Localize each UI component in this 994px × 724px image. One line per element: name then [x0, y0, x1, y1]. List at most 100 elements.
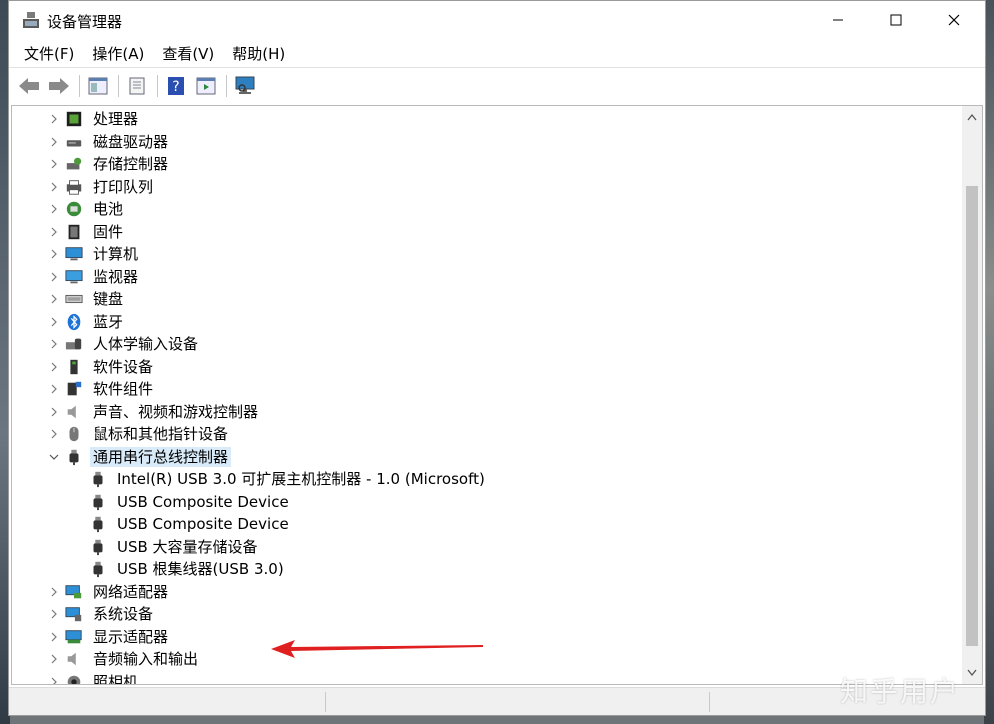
speaker-icon	[64, 402, 84, 422]
tree-category[interactable]: 存储控制器	[51, 153, 171, 176]
menu-view[interactable]: 查看(V)	[153, 41, 223, 67]
show-hide-console-tree-button[interactable]	[84, 72, 112, 100]
audio-io-icon	[64, 649, 84, 669]
tree-category[interactable]: 软件组件	[51, 378, 156, 401]
tree-category[interactable]: 声音、视频和游戏控制器	[51, 401, 261, 424]
chevron-right-icon[interactable]	[48, 428, 60, 440]
maximize-icon	[890, 14, 902, 26]
menu-help[interactable]: 帮助(H)	[223, 41, 294, 67]
menu-file[interactable]: 文件(F)	[15, 41, 83, 67]
tree-category[interactable]: 键盘	[51, 288, 126, 311]
tree-category[interactable]: 人体学输入设备	[51, 333, 201, 356]
device-manager-window: 设备管理器 文件(F) 操作(A) 查看(V) 帮助(H) ? 处理器 磁盘驱动…	[8, 0, 986, 716]
tree-device-label: Intel(R) USB 3.0 可扩展主机控制器 - 1.0 (Microso…	[117, 470, 485, 489]
disk-drive-icon	[64, 132, 84, 152]
tree-category[interactable]: 鼠标和其他指针设备	[51, 423, 231, 446]
chevron-right-icon[interactable]	[48, 383, 60, 395]
tree-device-item[interactable]: USB 大容量存储设备	[88, 536, 261, 559]
action-pane-icon	[196, 77, 216, 94]
tree-category[interactable]: 照相机	[51, 671, 141, 684]
help-button[interactable]: ?	[162, 72, 190, 100]
chevron-right-icon[interactable]	[48, 293, 60, 305]
tree-device-item[interactable]: Intel(R) USB 3.0 可扩展主机控制器 - 1.0 (Microso…	[88, 468, 488, 491]
chevron-right-icon[interactable]	[48, 113, 60, 125]
vertical-scrollbar[interactable]	[962, 106, 982, 684]
tree-category[interactable]: 打印队列	[51, 176, 156, 199]
tree-device-item[interactable]: USB Composite Device	[88, 491, 292, 514]
title-bar[interactable]: 设备管理器	[9, 1, 985, 39]
menu-bar: 文件(F) 操作(A) 查看(V) 帮助(H)	[9, 41, 985, 67]
keyboard-icon	[64, 289, 84, 309]
software-component-icon	[64, 379, 84, 399]
chevron-right-icon[interactable]	[48, 248, 60, 260]
tree-device-label: USB 根集线器(USB 3.0)	[117, 560, 284, 579]
chevron-right-icon[interactable]	[48, 158, 60, 170]
tree-category[interactable]: 系统设备	[51, 603, 156, 626]
tree-device-item[interactable]: USB 根集线器(USB 3.0)	[88, 558, 287, 581]
firmware-icon	[64, 222, 84, 242]
properties-button[interactable]	[123, 72, 151, 100]
chevron-right-icon[interactable]	[48, 653, 60, 665]
toolbar-separator	[157, 74, 158, 97]
status-divider	[325, 692, 326, 712]
tree-category[interactable]: 显示适配器	[51, 626, 171, 649]
chevron-down-icon[interactable]	[48, 451, 60, 463]
chevron-right-icon[interactable]	[48, 316, 60, 328]
chevron-right-icon[interactable]	[48, 271, 60, 283]
chevron-right-icon[interactable]	[48, 406, 60, 418]
status-divider	[709, 692, 710, 712]
tree-category[interactable]: 蓝牙	[51, 311, 126, 334]
tree-category-label: 通用串行总线控制器	[90, 446, 232, 467]
scroll-down-button[interactable]	[962, 662, 982, 684]
chevron-right-icon[interactable]	[48, 631, 60, 643]
tree-device-label: USB 大容量存储设备	[117, 537, 258, 556]
window-title: 设备管理器	[47, 13, 123, 31]
tree-category[interactable]: 固件	[51, 221, 126, 244]
usb-icon	[64, 447, 84, 467]
chevron-right-icon[interactable]	[48, 586, 60, 598]
tree-device-item[interactable]: USB Composite Device	[88, 513, 292, 536]
usb-device-icon	[88, 492, 108, 512]
forward-button[interactable]	[45, 72, 73, 100]
tree-category-label: 系统设备	[93, 605, 154, 624]
tree-category[interactable]: 计算机	[51, 243, 141, 266]
chevron-right-icon[interactable]	[48, 226, 60, 238]
chevron-down-icon	[967, 669, 977, 677]
chevron-right-icon[interactable]	[48, 181, 60, 193]
tree-device-label: USB Composite Device	[117, 492, 289, 511]
chevron-right-icon[interactable]	[48, 203, 60, 215]
tree-category-label: 固件	[93, 222, 124, 241]
tree-category[interactable]: 电池	[51, 198, 126, 221]
tree-category[interactable]: 软件设备	[51, 356, 156, 379]
action-pane-button[interactable]	[192, 72, 220, 100]
back-button[interactable]	[15, 72, 43, 100]
help-icon: ?	[168, 76, 184, 95]
chevron-right-icon[interactable]	[48, 338, 60, 350]
close-button[interactable]	[925, 1, 983, 39]
tree-category[interactable]: 网络适配器	[51, 581, 171, 604]
chevron-right-icon[interactable]	[48, 608, 60, 620]
tree-category[interactable]: 音频输入和输出	[51, 648, 201, 671]
device-tree[interactable]: 处理器 磁盘驱动器 存储控制器打印队列 电池 固件计算机 监视器 键盘蓝牙 人体学输入设备 软件…	[11, 105, 983, 685]
camera-icon	[64, 672, 84, 684]
chevron-right-icon[interactable]	[48, 361, 60, 373]
scan-hardware-button[interactable]	[231, 72, 259, 100]
device-tree-rows: 处理器 磁盘驱动器 存储控制器打印队列 电池 固件计算机 监视器 键盘蓝牙 人体学输入设备 软件…	[12, 106, 960, 684]
tree-category-label: 键盘	[93, 290, 124, 309]
menu-action[interactable]: 操作(A)	[83, 41, 153, 67]
scrollbar-thumb[interactable]	[966, 186, 978, 646]
scroll-up-button[interactable]	[962, 106, 982, 128]
tree-category[interactable]: 通用串行总线控制器	[49, 446, 232, 469]
tree-category-label: 存储控制器	[93, 155, 169, 174]
maximize-button[interactable]	[867, 1, 925, 39]
chevron-right-icon[interactable]	[48, 136, 60, 148]
minimize-button[interactable]	[809, 1, 867, 39]
console-tree-icon	[88, 77, 108, 94]
tree-category[interactable]: 监视器	[51, 266, 141, 289]
tree-category[interactable]: 磁盘驱动器	[51, 131, 171, 154]
tree-category[interactable]: 处理器	[51, 108, 141, 131]
storage-controller-icon	[64, 154, 84, 174]
bluetooth-icon	[64, 312, 84, 332]
tree-category-label: 软件设备	[93, 357, 154, 376]
chevron-right-icon[interactable]	[48, 676, 60, 684]
